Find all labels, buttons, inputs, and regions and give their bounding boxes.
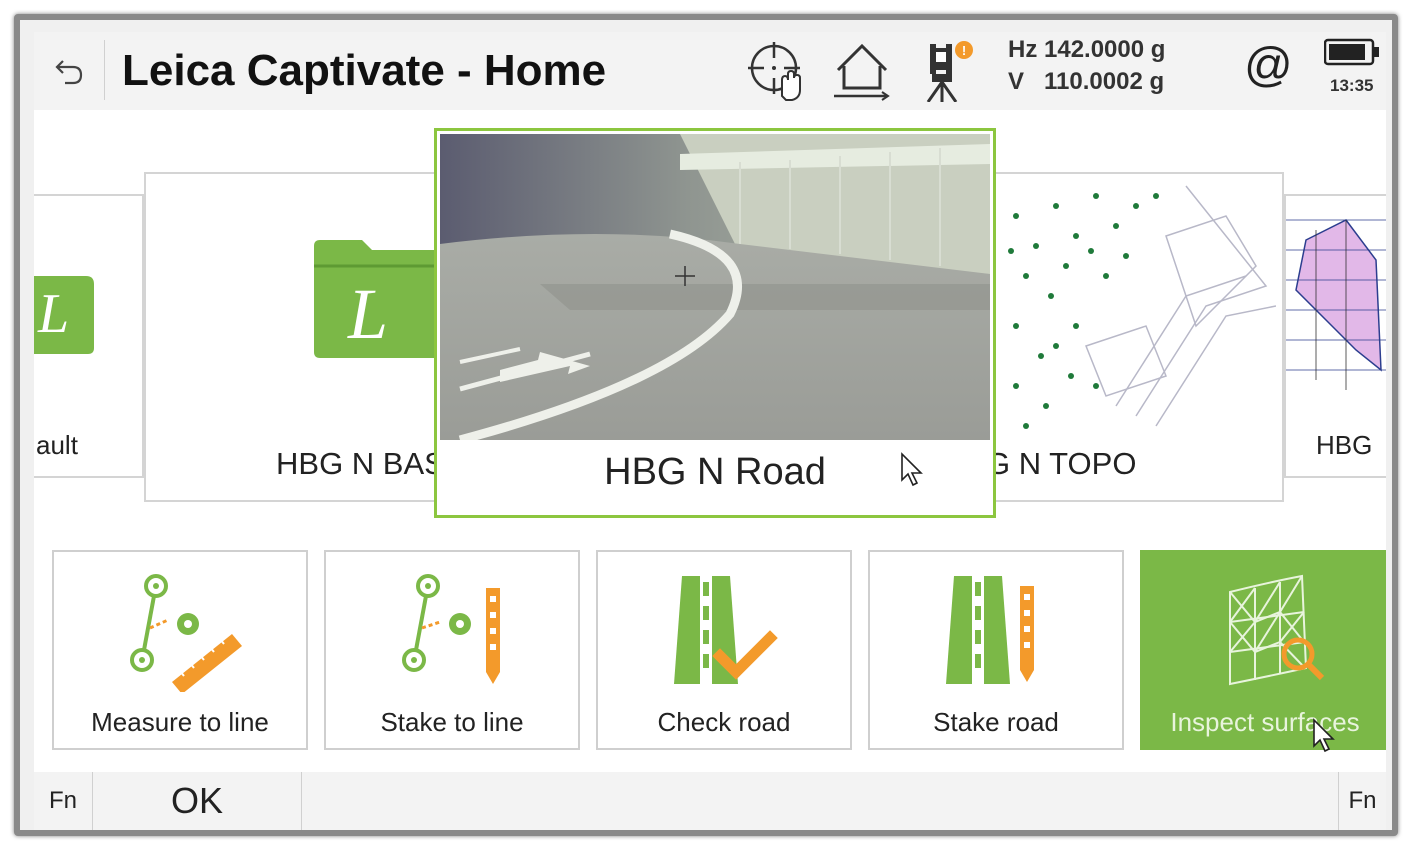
- inspect-surfaces-icon: [1229, 574, 1325, 686]
- softkey-bar: Fn OK Fn: [34, 772, 1386, 830]
- svg-text:L: L: [347, 274, 388, 354]
- app-stake-to-line[interactable]: Stake to line: [324, 550, 580, 750]
- job-card-hbg[interactable]: HBG: [1284, 194, 1386, 478]
- leica-folder-icon: L: [34, 276, 94, 354]
- hz-angle: Hz 142.0000 g: [1008, 36, 1166, 63]
- notification-badge: !: [962, 43, 966, 58]
- app-label: Stake road: [933, 707, 1059, 737]
- app-label: Check road: [657, 707, 791, 737]
- job-card-hbg-n-bas[interactable]: L HBG N BAS: [144, 172, 464, 502]
- app-label: Stake to line: [380, 707, 524, 737]
- check-road-icon: [674, 576, 778, 684]
- header-divider: [104, 40, 105, 100]
- app-label: Measure to line: [91, 707, 269, 737]
- target-hand-icon[interactable]: [746, 40, 810, 102]
- battery-icon[interactable]: [1324, 38, 1380, 66]
- title-bar: Leica Captivate - Home ! Hz 142.0000 g V…: [34, 32, 1386, 110]
- app-check-road[interactable]: Check road: [596, 550, 852, 750]
- v-angle: V 110.0002 g: [1008, 68, 1165, 95]
- surface-map-icon: [1286, 219, 1386, 390]
- angle-readout[interactable]: Hz 142.0000 g V 110.0002 g: [1008, 34, 1165, 98]
- card-label: HBG N BAS: [276, 446, 445, 481]
- job-card-hbg-n-topo[interactable]: G N TOPO: [984, 172, 1284, 502]
- card-label: ault: [36, 430, 78, 460]
- road-photo: [440, 134, 990, 440]
- stake-to-line-icon: [402, 574, 500, 684]
- device-frame: Leica Captivate - Home ! Hz 142.0000 g V…: [14, 14, 1398, 836]
- topo-map-icon: [1008, 185, 1276, 429]
- stake-road-icon: [946, 576, 1034, 684]
- app-label: Inspect surfaces: [1170, 707, 1360, 737]
- screen: Leica Captivate - Home ! Hz 142.0000 g V…: [34, 32, 1386, 830]
- card-label: HBG: [1316, 430, 1373, 460]
- app-measure-to-line[interactable]: Measure to line: [52, 550, 308, 750]
- svg-text:L: L: [37, 283, 69, 345]
- back-arrow-icon: [55, 60, 83, 85]
- job-card-default[interactable]: L ault: [34, 194, 144, 478]
- app-stake-road[interactable]: Stake road: [868, 550, 1124, 750]
- page-title: Leica Captivate - Home: [122, 46, 607, 95]
- ok-button[interactable]: OK: [93, 772, 301, 830]
- softkey-divider: [301, 772, 302, 830]
- card-label: G N TOPO: [986, 446, 1137, 481]
- back-button[interactable]: [34, 32, 104, 110]
- measure-to-line-icon: [130, 574, 242, 692]
- instrument-icon[interactable]: !: [912, 40, 976, 102]
- app-inspect-surfaces[interactable]: Inspect surfaces: [1140, 550, 1386, 750]
- fn-right-button[interactable]: Fn: [1339, 772, 1386, 830]
- clock: 13:35: [1330, 76, 1374, 95]
- mouse-cursor-icon: [901, 452, 923, 487]
- home-baseline-icon[interactable]: [830, 40, 894, 102]
- fn-left-button[interactable]: Fn: [34, 772, 92, 830]
- at-icon[interactable]: @: [1244, 38, 1293, 94]
- hand-cursor-icon: [1313, 718, 1335, 753]
